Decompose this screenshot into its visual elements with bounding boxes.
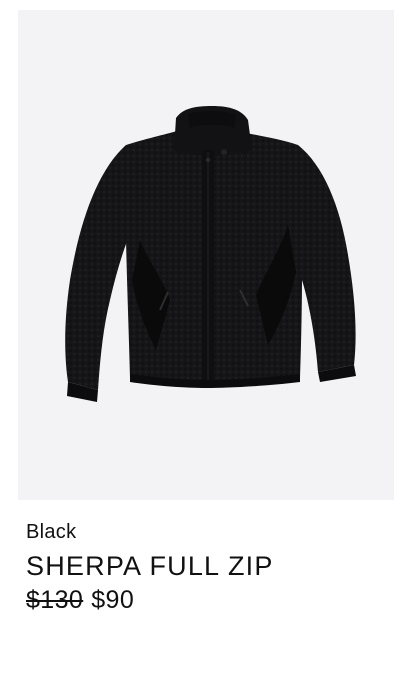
product-info: Black SHERPA FULL ZIP $130 $90 bbox=[26, 520, 386, 615]
color-name: Black bbox=[26, 521, 77, 543]
snap-logo bbox=[221, 149, 227, 155]
product-image[interactable] bbox=[18, 10, 394, 500]
snap-top bbox=[205, 157, 211, 163]
jacket-illustration bbox=[65, 106, 356, 402]
price-row: $130 $90 bbox=[26, 585, 386, 615]
original-price: $130 bbox=[26, 586, 84, 614]
sale-price: $90 bbox=[91, 586, 135, 614]
product-title[interactable]: SHERPA FULL ZIP bbox=[26, 550, 386, 582]
product-card[interactable]: Black SHERPA FULL ZIP $130 $90 bbox=[0, 0, 400, 691]
